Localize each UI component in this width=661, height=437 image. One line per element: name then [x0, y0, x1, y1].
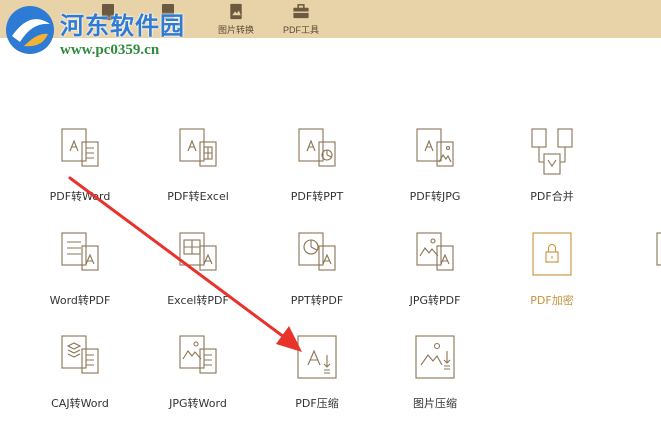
toolbox-icon	[293, 4, 309, 19]
tool-label: PPT转PDF	[290, 294, 344, 307]
tool-label: PD	[614, 188, 661, 201]
watermark-logo-icon	[6, 6, 54, 54]
tool-label: PDF压缩	[295, 397, 339, 410]
pdf-merge-icon	[531, 128, 573, 175]
site-watermark: 河东软件园 www.pc0359.cn	[0, 0, 220, 64]
watermark-url: www.pc0359.cn	[60, 42, 160, 58]
pdf-encrypt-icon	[532, 232, 572, 276]
tool-pdf-split[interactable]: PD	[614, 126, 661, 216]
tool-label: PDF转Excel	[167, 190, 229, 203]
tool-pdf-decrypt[interactable]: PD	[614, 230, 661, 320]
tool-ppt-to-pdf[interactable]: PPT转PDF	[262, 230, 372, 320]
tool-pdf-encrypt[interactable]: PDF加密	[497, 230, 607, 320]
tool-label: 图片压缩	[413, 397, 457, 410]
tool-excel-to-pdf[interactable]: Excel转PDF	[143, 230, 253, 320]
tool-label: JPG转Word	[169, 397, 227, 410]
tool-label: PDF转Word	[49, 190, 111, 203]
toolbar-item-pdf-tools[interactable]: PDF工具	[283, 2, 319, 36]
toolbar-label: 图片转换	[218, 25, 255, 35]
tool-image-compress[interactable]: 图片压缩	[380, 333, 490, 423]
tool-caj-to-word[interactable]: CAJ转Word	[25, 333, 135, 423]
tool-pdf-compress[interactable]: PDF压缩	[262, 333, 372, 423]
pdf-to-excel-icon	[179, 128, 217, 167]
tool-label: JPG转PDF	[409, 294, 461, 307]
watermark-title: 河东软件园	[60, 12, 185, 40]
tool-pdf-to-jpg[interactable]: PDF转JPG	[380, 126, 490, 216]
pdf-to-jpg-icon	[416, 128, 454, 167]
tool-pdf-to-ppt[interactable]: PDF转PPT	[262, 126, 372, 216]
jpg-to-word-icon	[179, 335, 217, 374]
ppt-to-pdf-icon	[298, 232, 336, 271]
tool-pdf-merge[interactable]: PDF合并	[497, 126, 607, 216]
pdf-split-icon	[643, 126, 661, 176]
caj-to-word-icon	[61, 335, 99, 374]
tool-jpg-to-pdf[interactable]: JPG转PDF	[380, 230, 490, 320]
tool-word-to-pdf[interactable]: Word转PDF	[25, 230, 135, 320]
pdf-to-ppt-icon	[298, 128, 336, 167]
tool-jpg-to-word[interactable]: JPG转Word	[143, 333, 253, 423]
image-convert-icon	[230, 3, 242, 20]
tool-label: Excel转PDF	[167, 294, 229, 307]
pdf-decrypt-icon	[656, 232, 661, 266]
pdf-compress-icon	[297, 335, 337, 379]
toolbar-item-image-convert[interactable]: 图片转换	[218, 2, 254, 36]
toolbar-label: PDF工具	[283, 25, 320, 35]
tool-label: CAJ转Word	[51, 397, 109, 410]
tool-label: PDF转PPT	[290, 190, 344, 203]
word-to-pdf-icon	[61, 232, 99, 271]
tool-pdf-to-excel[interactable]: PDF转Excel	[143, 126, 253, 216]
excel-to-pdf-icon	[179, 232, 217, 271]
jpg-to-pdf-icon	[416, 232, 454, 271]
tool-pdf-to-word[interactable]: PDF转Word	[25, 126, 135, 216]
pdf-to-word-icon	[61, 128, 99, 167]
tool-label: PDF转JPG	[409, 190, 461, 203]
tool-label: PDF合并	[530, 190, 574, 203]
image-compress-icon	[415, 335, 455, 379]
tool-label: Word转PDF	[49, 294, 111, 307]
tool-label: PDF加密	[530, 294, 574, 307]
tool-label: PD	[614, 292, 661, 305]
